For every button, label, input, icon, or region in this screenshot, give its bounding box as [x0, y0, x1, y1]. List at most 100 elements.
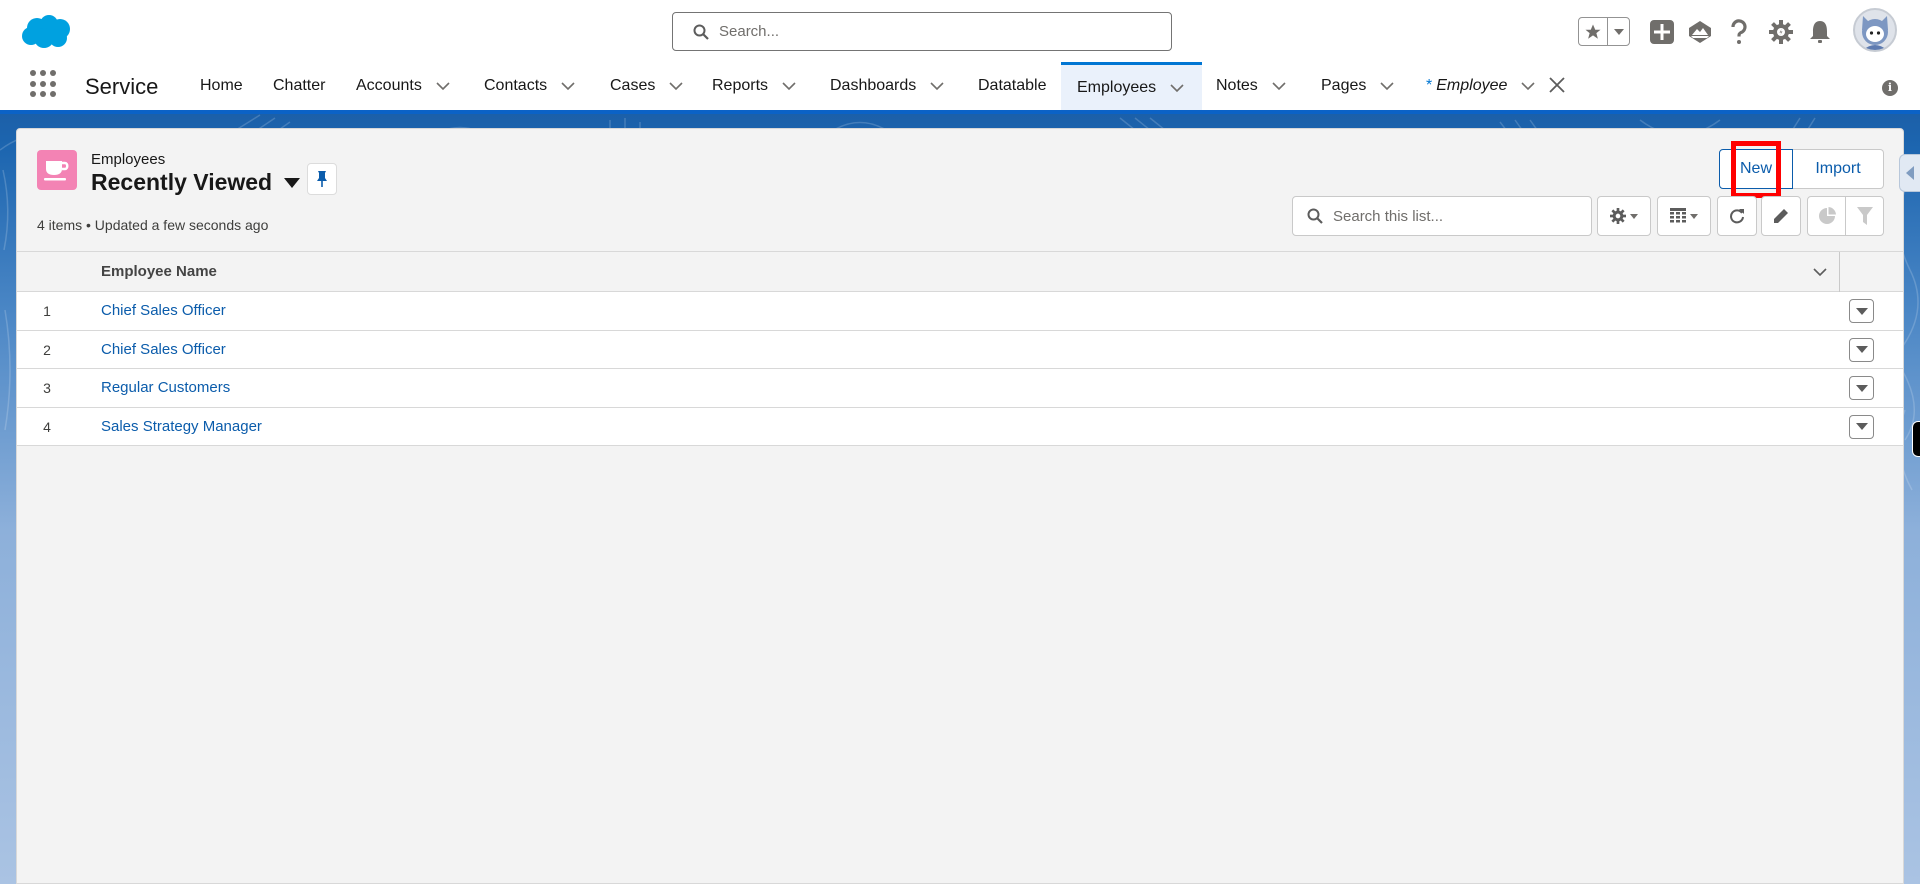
- astro-avatar-icon: [1862, 16, 1888, 50]
- unsaved-marker: *: [1426, 77, 1433, 94]
- row-actions-button[interactable]: [1849, 376, 1874, 400]
- chevron-down-icon[interactable]: [561, 79, 575, 93]
- column-actions-chevron-icon[interactable]: [1813, 265, 1827, 279]
- nav-item-employees[interactable]: Employees: [1061, 62, 1202, 110]
- nav-item-cases[interactable]: Cases: [610, 62, 683, 110]
- chevron-down-icon[interactable]: [436, 79, 450, 93]
- app-launcher-dot: [40, 80, 46, 87]
- filter-button[interactable]: [1846, 197, 1883, 235]
- chevron-down-icon[interactable]: [782, 79, 796, 93]
- favorites-button-group: [1578, 17, 1630, 46]
- nav-item-chatter[interactable]: Chatter: [273, 62, 325, 110]
- app-launcher-dot: [40, 91, 46, 98]
- favorites-button[interactable]: [1579, 18, 1609, 45]
- pin-list-view-button[interactable]: [307, 163, 337, 195]
- employee-object-icon: [37, 150, 77, 190]
- nav-item-employee-tab[interactable]: * Employee: [1426, 62, 1535, 110]
- chevron-down-icon: [1613, 28, 1624, 35]
- column-header-employee-name[interactable]: Employee Name: [101, 263, 217, 280]
- row-actions-button[interactable]: [1849, 414, 1874, 439]
- app-launcher-dot: [30, 80, 36, 87]
- global-actions-button[interactable]: [1649, 19, 1675, 45]
- favorites-star-icon: [1585, 24, 1601, 39]
- app-launcher-button[interactable]: [30, 70, 58, 98]
- table-row: 3 Regular Customers: [17, 369, 1903, 408]
- nav-item-label: Accounts: [356, 77, 422, 94]
- nav-item-reports[interactable]: Reports: [712, 62, 796, 110]
- table-row: 4 Sales Strategy Manager: [17, 407, 1903, 446]
- cup-icon: [44, 161, 69, 181]
- column-divider[interactable]: [1839, 252, 1840, 292]
- list-search-placeholder: Search this list...: [1333, 207, 1444, 225]
- row-actions-button[interactable]: [1849, 337, 1874, 362]
- list-view-controls-button[interactable]: [1597, 196, 1651, 236]
- caret-down-icon: [1855, 346, 1868, 353]
- chevron-down-icon[interactable]: [669, 79, 683, 93]
- chevron-down-icon[interactable]: [1170, 81, 1184, 95]
- help-button[interactable]: [1726, 19, 1752, 45]
- nav-item-label: Home: [200, 77, 243, 94]
- app-navigation-bar: Service Home Chatter Accounts Contacts C…: [0, 62, 1920, 110]
- pencil-icon: [1774, 209, 1788, 223]
- row-actions-button[interactable]: [1849, 299, 1874, 323]
- nav-item-dashboards[interactable]: Dashboards: [830, 62, 944, 110]
- display-as-button[interactable]: [1657, 196, 1711, 236]
- global-search-input[interactable]: Search...: [672, 12, 1172, 51]
- caret-down-icon: [1855, 423, 1868, 430]
- nav-item-accounts[interactable]: Accounts: [356, 62, 450, 110]
- floating-edge-handle[interactable]: [1912, 421, 1920, 457]
- nav-item-label: Pages: [1321, 77, 1367, 94]
- employee-name-link[interactable]: Chief Sales Officer: [101, 302, 226, 319]
- show-charts-button[interactable]: [1808, 197, 1846, 235]
- nav-item-label: Datatable: [978, 77, 1047, 94]
- search-icon: [693, 24, 709, 40]
- info-icon[interactable]: i: [1882, 80, 1898, 96]
- employee-name-link[interactable]: Chief Sales Officer: [101, 341, 226, 358]
- nav-item-contacts[interactable]: Contacts: [484, 62, 575, 110]
- app-launcher-dot: [50, 91, 56, 98]
- favorites-list-button[interactable]: [1608, 18, 1629, 45]
- nav-item-label: Dashboards: [830, 77, 917, 94]
- employee-name-link[interactable]: Sales Strategy Manager: [101, 418, 262, 435]
- nav-item-label: Contacts: [484, 77, 548, 94]
- nav-item-label: Notes: [1216, 77, 1258, 94]
- edit-list-button[interactable]: [1761, 196, 1801, 236]
- employee-name-link[interactable]: Regular Customers: [101, 379, 230, 396]
- setup-button[interactable]: [1768, 19, 1794, 45]
- list-view-table: Employee Name 1 Chief Sales Officer 2 Ch…: [17, 251, 1903, 446]
- import-button[interactable]: Import: [1793, 149, 1884, 189]
- filter-icon: [1856, 207, 1873, 225]
- nav-item-label: Chatter: [273, 77, 326, 94]
- nav-item-notes[interactable]: Notes: [1216, 62, 1286, 110]
- salesforce-cloud-logo[interactable]: [20, 14, 72, 50]
- chevron-down-icon[interactable]: [1380, 79, 1394, 93]
- chevron-down-icon[interactable]: [1272, 79, 1286, 93]
- chevron-down-icon[interactable]: [1521, 79, 1535, 93]
- user-avatar[interactable]: [1853, 8, 1897, 52]
- nav-item-label: Employees: [1077, 78, 1157, 96]
- nav-item-label: Reports: [712, 77, 769, 94]
- close-tab-icon[interactable]: [1548, 76, 1566, 94]
- list-view-selector[interactable]: Recently Viewed: [91, 169, 301, 196]
- pin-icon: [317, 171, 327, 187]
- chart-filter-group: [1807, 196, 1884, 236]
- list-actions-group: New Import: [1719, 149, 1884, 189]
- refresh-button[interactable]: [1717, 196, 1757, 236]
- gear-icon: [1610, 208, 1626, 224]
- nav-item-home[interactable]: Home: [200, 62, 243, 110]
- table-header: Employee Name: [17, 251, 1903, 292]
- trailhead-button[interactable]: [1687, 19, 1713, 45]
- object-label: Employees: [91, 151, 166, 168]
- chevron-down-icon[interactable]: [930, 79, 944, 93]
- caret-down-icon: [1855, 307, 1868, 315]
- notifications-button[interactable]: [1807, 19, 1833, 45]
- new-button[interactable]: New: [1719, 149, 1793, 189]
- trailhead-icon: [1689, 21, 1711, 43]
- setup-gear-icon: [1769, 20, 1793, 44]
- list-search-input[interactable]: Search this list...: [1292, 196, 1592, 236]
- nav-item-datatable[interactable]: Datatable: [978, 62, 1047, 110]
- nav-item-pages[interactable]: Pages: [1321, 62, 1394, 110]
- global-actions-plus-icon: [1650, 20, 1674, 44]
- caret-down-icon: [1630, 213, 1638, 219]
- side-panel-toggle[interactable]: [1899, 154, 1920, 192]
